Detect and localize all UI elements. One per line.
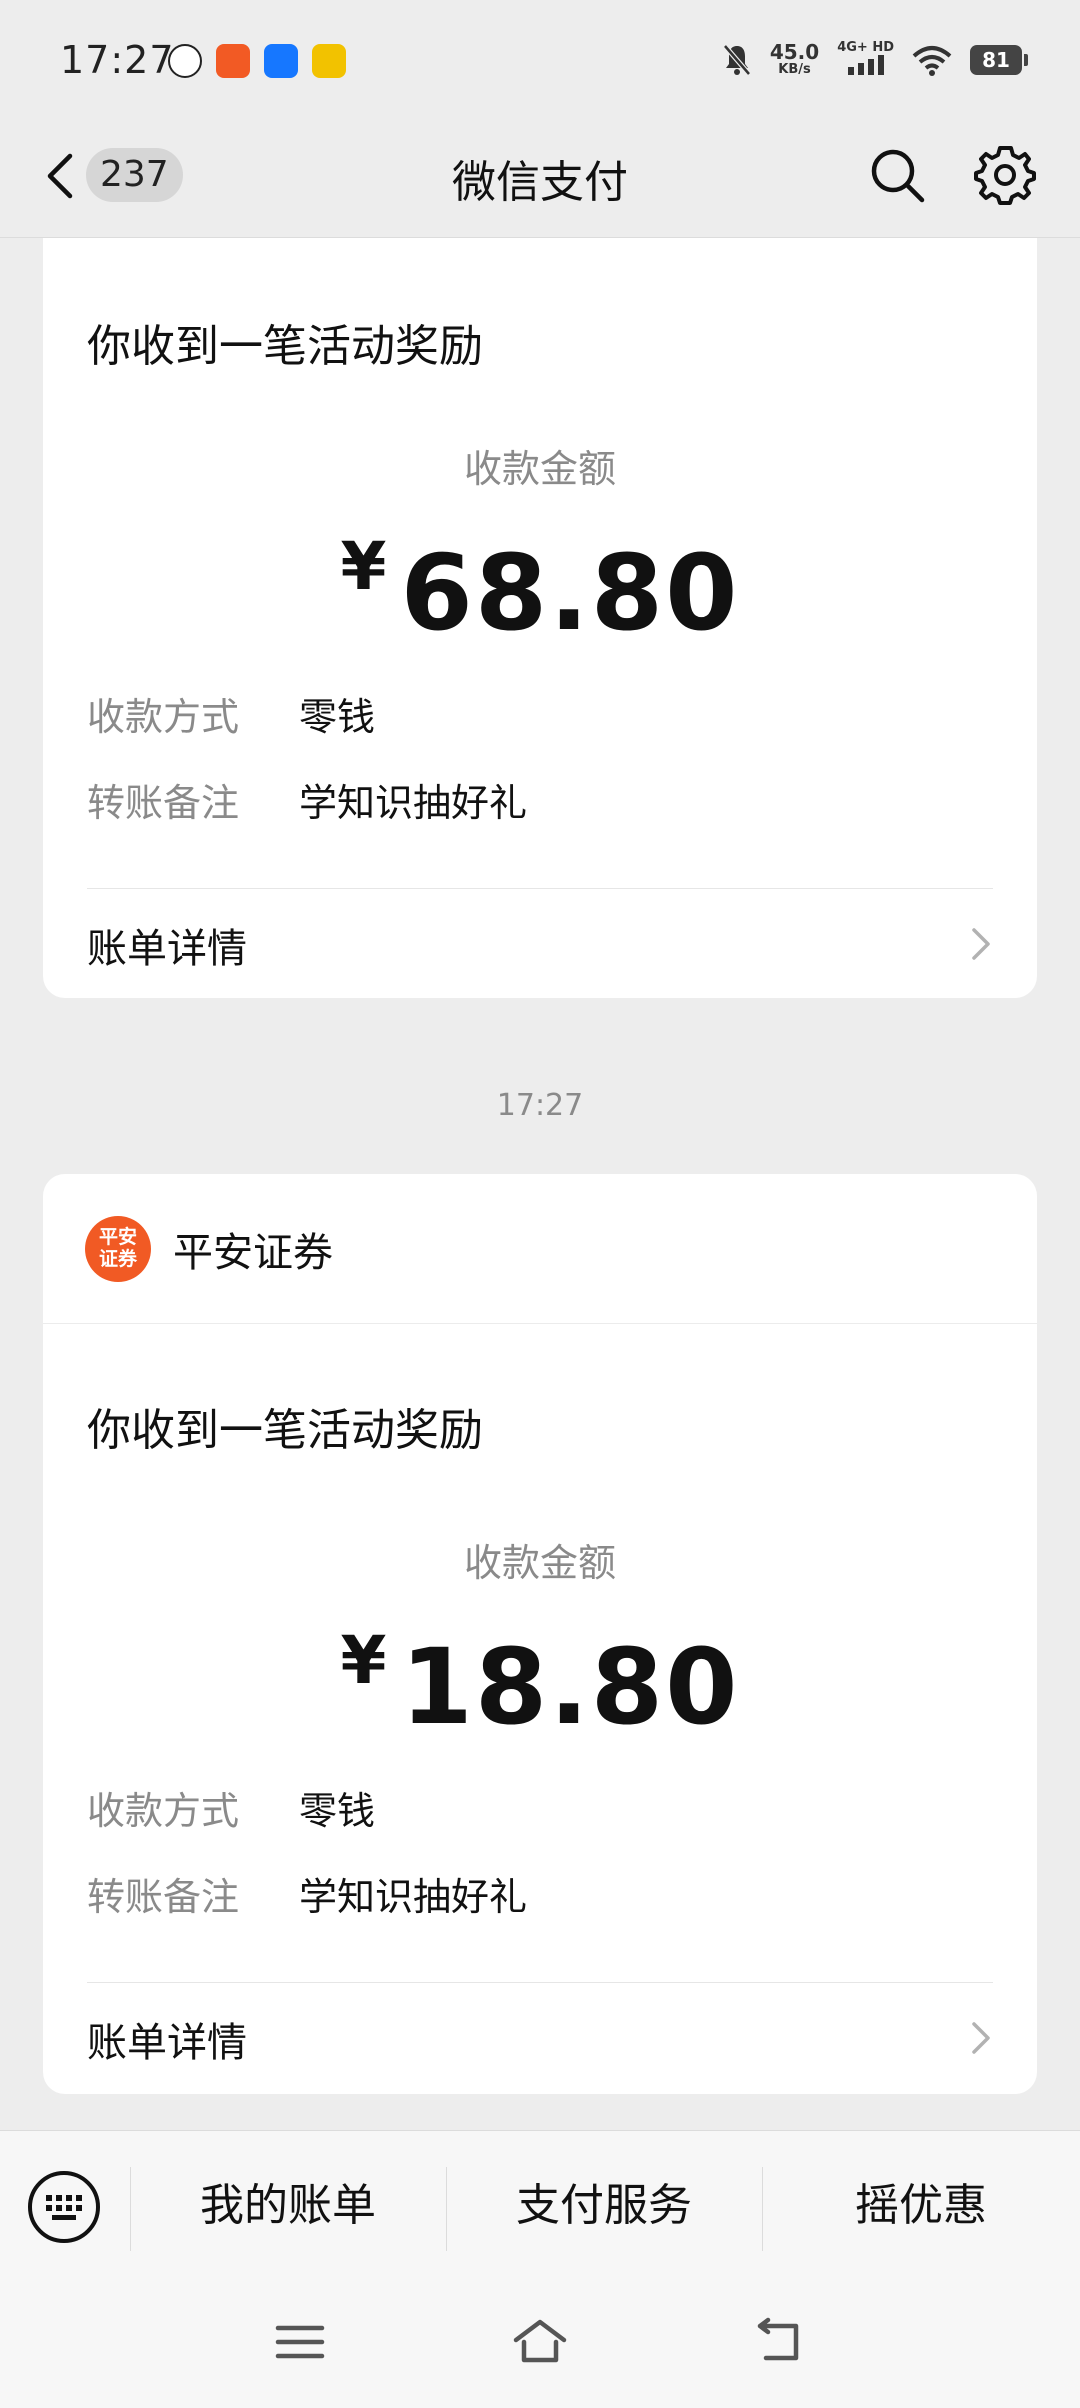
- amount-value: ¥68.80: [43, 528, 1037, 654]
- gear-icon[interactable]: [972, 142, 1038, 208]
- nav-bar: 237 微信支付: [0, 120, 1080, 238]
- status-bar: 17:27 45.0 KB/s 4G+ HD 81: [0, 0, 1080, 120]
- payment-method-row: 收款方式 零钱: [87, 1780, 375, 1835]
- keyboard-icon[interactable]: [26, 2169, 102, 2245]
- amount-value: ¥18.80: [43, 1622, 1037, 1748]
- message-timestamp: 17:27: [496, 1088, 584, 1123]
- transfer-note-value: 学知识抽好礼: [299, 781, 528, 825]
- taobao-app-icon: [216, 44, 250, 78]
- payment-method-value: 零钱: [299, 695, 376, 739]
- status-time: 17:27: [60, 38, 175, 82]
- menu-payment-services[interactable]: 支付服务: [446, 2131, 762, 2281]
- card-title: 你收到一笔活动奖励: [87, 321, 483, 372]
- home-icon[interactable]: [510, 2312, 570, 2372]
- bill-detail-label: 账单详情: [87, 926, 247, 972]
- bill-detail-label: 账单详情: [87, 2020, 247, 2066]
- bottom-menu: 我的账单 支付服务 摇优惠: [0, 2130, 1080, 2280]
- merchant-logo: 平安证券: [85, 1216, 151, 1282]
- alipay-app-icon: [264, 44, 298, 78]
- transfer-note-label: 转账备注: [87, 781, 240, 825]
- merchant-header[interactable]: 平安证券 平安证券: [43, 1174, 1037, 1324]
- bill-detail-link[interactable]: 账单详情: [87, 1982, 993, 2092]
- menu-icon[interactable]: [270, 2312, 330, 2372]
- menu-shake-deals[interactable]: 摇优惠: [762, 2131, 1080, 2281]
- merchant-name: 平安证券: [173, 1230, 333, 1276]
- amount-number: 68.80: [400, 532, 740, 654]
- back-icon[interactable]: [750, 2312, 810, 2372]
- chevron-right-icon: [972, 2022, 990, 2054]
- payment-method-row: 收款方式 零钱: [87, 686, 375, 741]
- payment-method-value: 零钱: [299, 1789, 376, 1833]
- menu-my-bills[interactable]: 我的账单: [130, 2131, 446, 2281]
- payment-card[interactable]: 平安证券 平安证券 你收到一笔活动奖励 收款金额 ¥18.80 收款方式 零钱 …: [43, 1174, 1037, 2094]
- amount-label: 收款金额: [463, 447, 616, 491]
- search-icon[interactable]: [866, 144, 930, 208]
- amount-label: 收款金额: [463, 1541, 616, 1585]
- payment-method-label: 收款方式: [87, 1789, 240, 1833]
- mute-bell-icon: [722, 43, 751, 76]
- currency-symbol: ¥: [340, 1622, 387, 1699]
- wechat-pay-screen: 17:27 45.0 KB/s 4G+ HD 81 237 微信支付 你收到一笔…: [0, 0, 1080, 2408]
- qq-app-icon: [168, 44, 202, 78]
- system-navigation-bar: [0, 2280, 1080, 2408]
- transfer-note-label: 转账备注: [87, 1875, 240, 1919]
- transfer-note-row: 转账备注 学知识抽好礼: [87, 772, 527, 827]
- merchant-logo-text: 平安证券: [98, 1226, 137, 1270]
- signal-bars-icon: [847, 55, 884, 75]
- battery-indicator: 81: [970, 44, 1028, 75]
- transfer-note-row: 转账备注 学知识抽好礼: [87, 1866, 527, 1921]
- amount-number: 18.80: [400, 1626, 740, 1748]
- currency-symbol: ¥: [340, 528, 387, 605]
- bill-detail-link[interactable]: 账单详情: [87, 888, 993, 998]
- game-app-icon: [312, 44, 346, 78]
- payment-card[interactable]: 你收到一笔活动奖励 收款金额 ¥68.80 收款方式 零钱 转账备注 学知识抽好…: [43, 238, 1037, 998]
- status-app-icons: [168, 44, 346, 78]
- chevron-right-icon: [972, 928, 990, 960]
- payment-method-label: 收款方式: [87, 695, 240, 739]
- status-indicators: 45.0 KB/s 4G+ HD 81: [722, 40, 1028, 79]
- transfer-note-value: 学知识抽好礼: [299, 1875, 528, 1919]
- wifi-icon: [912, 45, 952, 76]
- cellular-signal: 4G+ HD: [837, 40, 894, 79]
- network-speed: 45.0 KB/s: [769, 40, 820, 77]
- card-title: 你收到一笔活动奖励: [87, 1405, 483, 1456]
